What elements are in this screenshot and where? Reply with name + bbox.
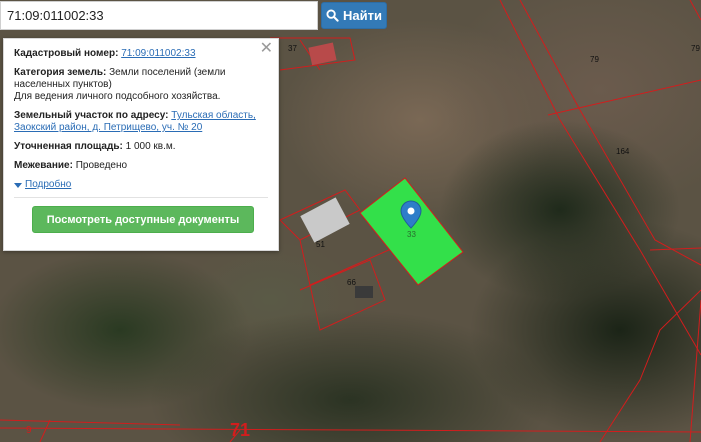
usage-value: Для ведения личного подсобного хозяйства… [14,91,221,102]
category-row: Категория земель: Земли поселений (земли… [14,67,268,103]
survey-value: Проведено [75,160,128,171]
close-icon[interactable]: ✕ [260,41,273,57]
details-link[interactable]: Подробно [25,179,71,191]
search-input[interactable] [1,2,317,29]
cadastral-label: Кадастровый номер: [14,48,119,59]
survey-row: Межевание: Проведено [14,160,268,172]
parcel-info-popup: ✕ Кадастровый номер: 71:09:011002:33 Кат… [3,38,279,251]
survey-label: Межевание: [14,160,73,171]
details-toggle[interactable]: Подробно [14,179,268,191]
parcel-label-33: 33 [407,230,416,239]
address-row: Земельный участок по адресу: Тульская об… [14,110,268,134]
parcel-label-79: 79 [590,55,599,64]
parcel-label-9: 9 [26,425,32,436]
cadastral-number-link[interactable]: 71:09:011002:33 [121,48,195,59]
search-button-label: Найти [343,8,382,23]
view-documents-button[interactable]: Посмотреть доступные документы [32,206,254,233]
parcel-label-79-right: 79 [691,44,700,53]
parcel-label-51: 51 [316,240,325,249]
area-label: Уточненная площадь: [14,141,123,152]
area-value: 1 000 кв.м. [125,141,176,152]
address-label: Земельный участок по адресу: [14,110,169,121]
cadastral-row: Кадастровый номер: 71:09:011002:33 [14,48,268,60]
divider [14,197,268,198]
search-field[interactable] [0,1,318,30]
chevron-down-icon [14,182,22,188]
quarter-label-71: 71 [230,420,251,440]
parcel-label-66: 66 [347,278,356,287]
category-label: Категория земель: [14,67,107,78]
search-icon [326,9,339,22]
area-row: Уточненная площадь: 1 000 кв.м. [14,141,268,153]
parcel-label-164: 164 [616,147,630,156]
parcel-label-37: 37 [288,44,297,53]
search-button[interactable]: Найти [321,2,387,29]
